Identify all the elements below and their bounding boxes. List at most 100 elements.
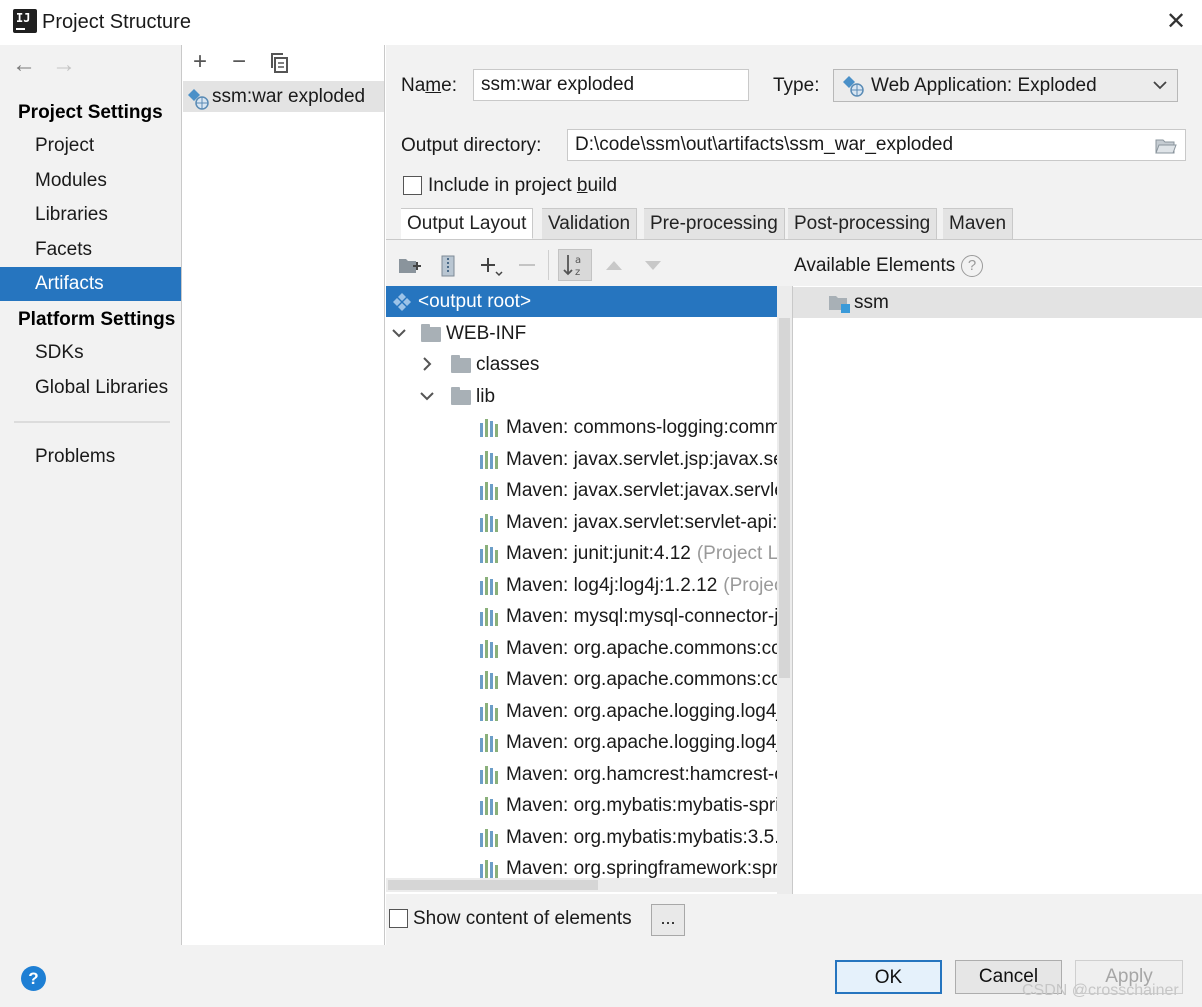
output-directory-field[interactable]: D:\code\ssm\out\artifacts\ssm_war_explod… <box>567 129 1186 161</box>
library-name: Maven: org.mybatis:mybatis:3.5.6 <box>506 826 791 848</box>
type-value: Web Application: Exploded <box>871 75 1097 96</box>
sidebar-item-project[interactable]: Project <box>0 129 181 163</box>
library-name: Maven: org.apache.logging.log4j: <box>506 700 786 722</box>
sidebar-item-facets[interactable]: Facets <box>0 233 181 267</box>
library-name-text: Maven: junit:junit:4.12 <box>506 543 691 564</box>
window-title: Project Structure <box>42 11 191 33</box>
library-name: Maven: mysql:mysql-connector-ja <box>506 606 789 627</box>
add-artifact-icon[interactable]: + <box>193 48 207 76</box>
move-down-icon[interactable] <box>643 256 663 274</box>
remove-element-icon[interactable] <box>517 252 537 278</box>
tree-row-output-root[interactable]: <output root> <box>386 286 792 317</box>
show-content-checkbox[interactable] <box>389 909 408 928</box>
forward-arrow-icon[interactable]: → <box>52 51 76 79</box>
copy-artifact-icon[interactable] <box>271 53 289 73</box>
close-window-button[interactable]: ✕ <box>1160 7 1192 39</box>
tree-vertical-scroll-thumb[interactable] <box>779 318 790 678</box>
web-exploded-icon <box>842 75 864 97</box>
close-icon: ✕ <box>1165 8 1187 35</box>
include-in-build-label: Include in project build <box>428 175 618 196</box>
web-inf-label: WEB-INF <box>446 323 527 344</box>
library-list-item[interactable]: Maven: org.apache.logging.log4j: <box>386 727 792 758</box>
folder-icon <box>421 324 441 342</box>
library-list-item[interactable]: Maven: javax.servlet:javax.servlet- <box>386 475 792 506</box>
library-list-item[interactable]: Maven: org.mybatis:mybatis:3.5.6 <box>386 822 792 853</box>
library-icon <box>480 482 500 500</box>
back-arrow-icon[interactable]: ← <box>12 51 36 79</box>
tree-row-classes[interactable]: classes <box>386 349 792 380</box>
tab-pre-processing[interactable]: Pre-processing <box>644 208 785 239</box>
help-icon[interactable]: ? <box>961 255 983 277</box>
lib-label: lib <box>476 386 496 407</box>
add-copy-of-icon[interactable] <box>478 252 504 278</box>
tab-post-processing[interactable]: Post-processing <box>788 208 938 239</box>
move-up-icon[interactable] <box>604 256 624 274</box>
tree-row-web-inf[interactable]: WEB-INF <box>386 318 792 349</box>
output-root-label: <output root> <box>418 291 532 312</box>
sidebar-item-global-libraries[interactable]: Global Libraries <box>0 371 181 405</box>
library-list-item[interactable]: Maven: org.apache.commons:com <box>386 633 792 664</box>
web-exploded-icon <box>187 88 209 110</box>
library-name: Maven: org.apache.logging.log4j: <box>506 732 786 753</box>
type-label: Type: <box>773 75 820 96</box>
artifact-item-label: ssm:war exploded <box>212 86 366 107</box>
include-in-build-checkbox[interactable] <box>403 176 422 195</box>
module-folder-icon <box>828 293 852 313</box>
sidebar-item-artifacts[interactable]: Artifacts <box>0 267 181 301</box>
tree-horizontal-scroll-thumb[interactable] <box>388 880 598 890</box>
artifact-list-panel <box>182 45 385 945</box>
library-list-item[interactable]: Maven: log4j:log4j:1.2.12 (Project <box>386 570 792 601</box>
library-icon <box>480 765 500 784</box>
folder-browse-icon[interactable] <box>1155 137 1177 155</box>
remove-artifact-icon[interactable]: − <box>232 48 246 76</box>
library-list-item[interactable]: Maven: org.mybatis:mybatis-sprir <box>386 790 792 821</box>
library-icon <box>480 513 500 532</box>
library-icon <box>480 671 500 689</box>
help-button[interactable]: ? <box>21 966 46 991</box>
name-field[interactable]: ssm:war exploded <box>473 69 749 101</box>
sidebar-item-libraries[interactable]: Libraries <box>0 198 181 232</box>
library-icon <box>480 450 500 469</box>
sidebar-item-problems[interactable]: Problems <box>0 440 181 474</box>
library-icon <box>480 828 500 847</box>
tree-row-lib[interactable]: lib <box>386 381 792 412</box>
library-list-item[interactable]: Maven: javax.servlet:servlet-api:2. <box>386 507 792 538</box>
tab-output-layout[interactable]: Output Layout <box>401 208 534 239</box>
library-icon <box>480 576 500 595</box>
chevron-down-icon <box>1152 73 1168 90</box>
output-layout-tree[interactable]: <output root> WEB-INF classes lib Maven:… <box>386 286 792 894</box>
library-list-item[interactable]: Maven: javax.servlet.jsp:javax.serv <box>386 444 792 475</box>
svg-text:z: z <box>575 267 580 278</box>
ok-button[interactable]: OK <box>835 960 942 994</box>
tab-maven[interactable]: Maven <box>943 208 1014 239</box>
library-list-item[interactable]: Maven: commons-logging:comm <box>386 412 792 443</box>
library-icon <box>480 639 500 658</box>
sidebar-item-sdks[interactable]: SDKs <box>0 336 181 370</box>
library-name: Maven: javax.servlet.jsp:javax.serv <box>506 448 792 470</box>
new-directory-icon[interactable] <box>398 256 422 276</box>
sidebar-item-modules[interactable]: Modules <box>0 164 181 198</box>
platform-settings-header: Platform Settings <box>18 309 176 330</box>
toolbar-separator <box>548 250 549 280</box>
watermark: CSDN @crosschainer <box>1022 982 1179 999</box>
library-name: Maven: org.mybatis:mybatis-sprir <box>506 795 786 816</box>
classes-label: classes <box>476 354 540 375</box>
library-list-item[interactable]: Maven: junit:junit:4.12 (Project Lib <box>386 538 792 569</box>
tab-validation[interactable]: Validation <box>542 208 638 239</box>
library-name: Maven: javax.servlet:javax.servlet- <box>506 480 792 501</box>
library-name: Maven: junit:junit:4.12 (Project Lib <box>506 538 792 569</box>
library-list-item[interactable]: Maven: org.hamcrest:hamcrest-co <box>386 759 792 790</box>
library-list-item[interactable]: Maven: mysql:mysql-connector-ja <box>386 601 792 632</box>
library-list-item[interactable]: Maven: org.apache.logging.log4j: <box>386 696 792 727</box>
library-list-item[interactable]: Maven: org.apache.commons:com <box>386 664 792 695</box>
archive-icon[interactable] <box>440 255 456 277</box>
available-elements-tree[interactable] <box>792 286 1202 894</box>
library-icon <box>480 419 500 437</box>
folder-icon <box>451 355 471 373</box>
output-root-icon <box>392 291 412 311</box>
library-icon <box>480 797 500 815</box>
sort-elements-toggle[interactable]: az <box>558 249 592 281</box>
library-name: Maven: org.apache.commons:com <box>506 669 792 690</box>
show-content-options-button[interactable]: ... <box>651 904 685 936</box>
type-dropdown[interactable]: Web Application: Exploded <box>833 69 1178 102</box>
